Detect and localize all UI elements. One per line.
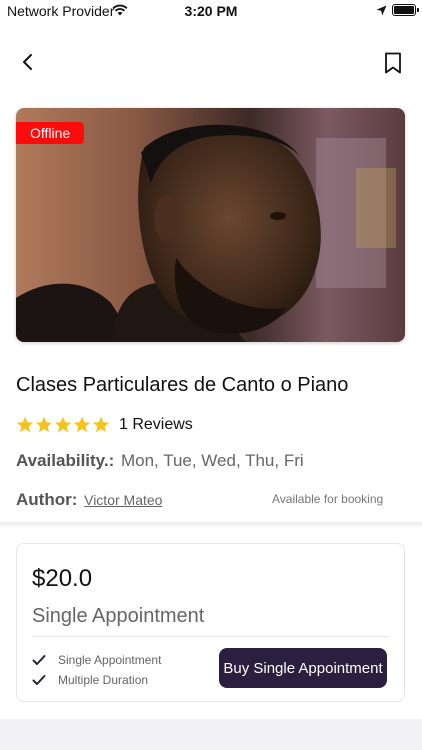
- status-bar: Network Provider 3:20 PM: [0, 0, 422, 22]
- appointment-card: $20.0 Single Appointment Single Appointm…: [16, 543, 405, 702]
- feature-item: Single Appointment: [32, 650, 161, 669]
- availability-row: Availability.: Mon, Tue, Wed, Thu, Fri: [16, 451, 304, 471]
- bottom-bar: [0, 719, 422, 750]
- card-divider: [32, 636, 388, 637]
- course-image: Offline: [16, 108, 405, 342]
- rating-row: 1 Reviews: [16, 416, 193, 434]
- star-icon: [54, 416, 72, 433]
- clock-time: 3:20 PM: [184, 3, 238, 19]
- booking-status: Available for booking: [272, 492, 384, 506]
- author-row: Author: Victor Mateo: [16, 490, 162, 510]
- price: $20.0: [32, 565, 93, 592]
- availability-label: Availability.:: [16, 451, 115, 470]
- feature-text: Multiple Duration: [58, 672, 149, 687]
- section-divider: [0, 522, 422, 528]
- author-label: Author:: [16, 490, 78, 509]
- feature-list: Single Appointment Multiple Duration: [32, 650, 161, 690]
- location-arrow-icon: [376, 5, 387, 16]
- checkmark-icon: [32, 654, 46, 665]
- checkmark-icon: [32, 674, 46, 685]
- battery-icon: [392, 4, 419, 16]
- chevron-left-icon[interactable]: [16, 50, 40, 74]
- bookmark-icon[interactable]: [382, 51, 404, 75]
- star-icon: [73, 416, 91, 433]
- plan-name: Single Appointment: [32, 605, 205, 627]
- course-title: Clases Particulares de Canto o Piano: [16, 374, 349, 396]
- reviews-count[interactable]: 1 Reviews: [119, 416, 193, 434]
- feature-item: Multiple Duration: [32, 670, 161, 689]
- buy-appointment-button[interactable]: Buy Single Appointment: [219, 648, 387, 688]
- star-icon: [16, 416, 34, 433]
- star-icon: [92, 416, 110, 433]
- offline-badge: Offline: [16, 122, 85, 144]
- author-link[interactable]: Victor Mateo: [84, 492, 162, 508]
- star-rating: [16, 416, 110, 434]
- star-icon: [35, 416, 53, 433]
- feature-text: Single Appointment: [58, 652, 162, 667]
- availability-value: Mon, Tue, Wed, Thu, Fri: [120, 451, 304, 470]
